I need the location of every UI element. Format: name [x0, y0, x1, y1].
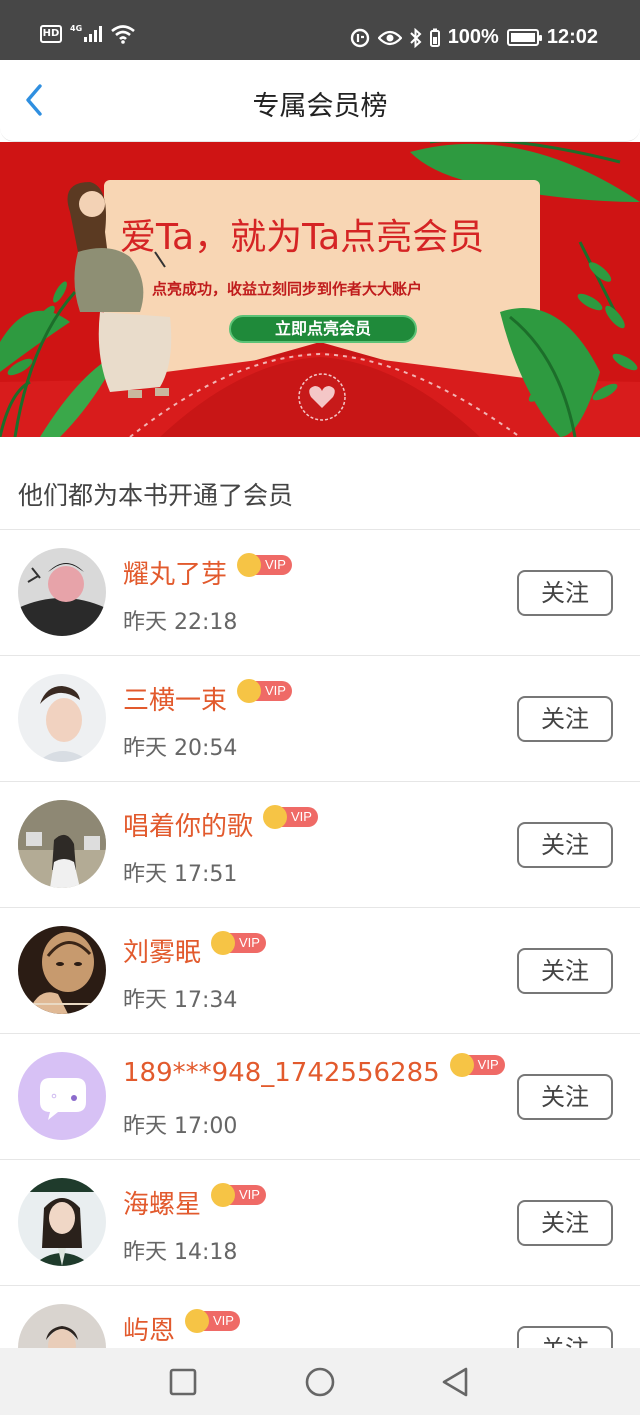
network-type: 4G	[70, 23, 83, 33]
avatar[interactable]	[18, 548, 106, 636]
hd-icon: HD	[40, 25, 62, 43]
vip-badge: VIP	[211, 930, 266, 955]
status-bar: HD 4G 100% 12:02	[0, 0, 640, 60]
light-up-membership-button[interactable]: 立即点亮会员	[229, 315, 417, 343]
member-row[interactable]: 刘雾眠 VIP 昨天 17:34 关注	[0, 908, 640, 1034]
promo-banner[interactable]: 爱Ta，就为Ta点亮会员 点亮成功，收益立刻同步到作者大大账户 立即点亮会员	[0, 142, 640, 437]
banner-subtitle: 点亮成功，收益立刻同步到作者大大账户	[152, 280, 423, 298]
crown-icon	[237, 552, 262, 577]
member-name[interactable]: 三横一束	[123, 680, 227, 717]
member-time: 昨天 22:18	[123, 610, 238, 635]
follow-button[interactable]: 关注	[517, 570, 613, 616]
vip-badge: VIP	[237, 552, 292, 577]
member-time: 昨天 17:51	[123, 862, 238, 887]
crown-icon	[211, 1182, 236, 1207]
follow-button[interactable]: 关注	[517, 822, 613, 868]
banner-headline: 爱Ta，就为Ta点亮会员	[120, 217, 485, 258]
vip-badge: VIP	[211, 1182, 266, 1207]
member-name[interactable]: 海螺星	[123, 1184, 201, 1221]
follow-button[interactable]: 关注	[517, 1074, 613, 1120]
triangle-back-icon[interactable]	[440, 1366, 472, 1398]
follow-button[interactable]: 关注	[517, 948, 613, 994]
circle-home-icon[interactable]	[304, 1366, 336, 1398]
app-header: 专属会员榜	[0, 60, 640, 142]
member-name[interactable]: 189***948_1742556285	[123, 1058, 440, 1088]
crown-icon	[185, 1308, 210, 1333]
page-title: 专属会员榜	[252, 91, 388, 122]
signal-icon	[84, 26, 103, 42]
bluetooth-icon	[409, 27, 422, 48]
avatar[interactable]	[18, 926, 106, 1014]
data-saver-icon	[350, 28, 369, 47]
member-row[interactable]: 189***948_1742556285 VIP 昨天 17:00 关注	[0, 1034, 640, 1160]
member-name[interactable]: 刘雾眠	[123, 932, 201, 969]
member-time: 昨天 20:54	[123, 736, 238, 761]
vip-badge: VIP	[449, 1053, 505, 1077]
member-row[interactable]: 海螺星 VIP 昨天 14:18 关注	[0, 1160, 640, 1286]
member-list: 耀丸了芽 VIP 昨天 22:18 关注 三横一束 VIP 昨天 20:54 关…	[0, 530, 640, 1412]
member-row[interactable]: 唱着你的歌 VIP 昨天 17:51 关注	[0, 782, 640, 908]
member-time: 昨天 14:18	[123, 1240, 238, 1265]
member-time: 昨天 17:00	[123, 1114, 238, 1139]
follow-button[interactable]: 关注	[517, 1200, 613, 1246]
member-name[interactable]: 耀丸了芽	[123, 554, 227, 591]
avatar[interactable]	[18, 674, 106, 762]
member-time: 昨天 17:34	[123, 988, 238, 1013]
battery-saver-icon	[429, 28, 440, 47]
clock: 12:02	[546, 26, 598, 48]
vip-badge: VIP	[185, 1308, 240, 1333]
battery-percent: 100%	[447, 26, 499, 48]
member-name[interactable]: 唱着你的歌	[123, 806, 253, 843]
vip-badge: VIP	[237, 678, 292, 703]
crown-icon	[211, 930, 236, 955]
member-row[interactable]: 耀丸了芽 VIP 昨天 22:18 关注	[0, 530, 640, 656]
member-row[interactable]: 三横一束 VIP 昨天 20:54 关注	[0, 656, 640, 782]
eye-icon	[377, 30, 402, 45]
battery-icon	[506, 29, 542, 46]
avatar[interactable]	[18, 1052, 106, 1140]
crown-icon	[449, 1053, 474, 1077]
avatar[interactable]	[18, 800, 106, 888]
wifi-icon	[111, 25, 135, 44]
follow-button[interactable]: 关注	[517, 696, 613, 742]
section-heading: 他们都为本书开通了会员	[18, 481, 294, 510]
vip-badge: VIP	[263, 804, 318, 829]
member-name[interactable]: 屿恩	[123, 1310, 175, 1347]
crown-icon	[263, 804, 288, 829]
crown-icon	[237, 678, 262, 703]
system-nav-bar	[0, 1348, 640, 1415]
avatar[interactable]	[18, 1178, 106, 1266]
square-recents-icon[interactable]	[167, 1366, 199, 1398]
